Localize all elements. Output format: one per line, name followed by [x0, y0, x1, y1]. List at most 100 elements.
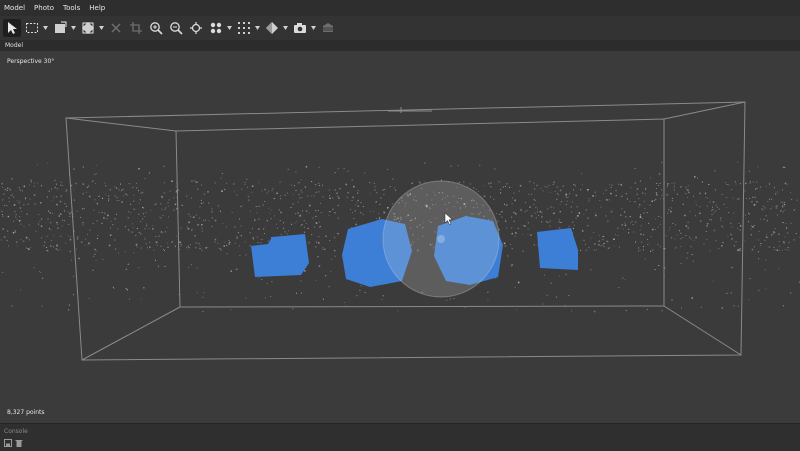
cloud-point: [551, 283, 552, 284]
cloud-point: [709, 219, 710, 220]
menu-photo[interactable]: Photo: [30, 4, 59, 12]
cloud-point: [200, 206, 201, 207]
camera-dropdown-icon[interactable]: [311, 19, 316, 37]
cloud-point: [51, 240, 52, 241]
cloud-point: [138, 190, 139, 191]
cloud-point: [131, 212, 132, 213]
cloud-point: [329, 198, 331, 200]
cloud-point: [771, 199, 772, 200]
cloud-point: [787, 184, 788, 185]
cloud-point: [681, 233, 682, 234]
cloud-point: [649, 204, 651, 206]
cloud-point: [499, 214, 500, 215]
resize-icon[interactable]: [51, 19, 69, 37]
cloud-point: [737, 228, 738, 229]
cloud-point: [87, 234, 88, 235]
cloud-point: [188, 214, 189, 215]
cloud-point: [736, 241, 737, 242]
rotate-object-icon[interactable]: [79, 19, 97, 37]
grid-icon[interactable]: [235, 19, 253, 37]
cloud-point: [168, 206, 169, 207]
rotate-dropdown-icon[interactable]: [99, 19, 104, 37]
camera-icon[interactable]: [291, 19, 309, 37]
cloud-point: [119, 189, 120, 190]
cloud-point: [509, 187, 510, 188]
tab-model[interactable]: Model: [0, 40, 28, 51]
cloud-point: [537, 209, 538, 210]
cloud-point: [53, 235, 54, 236]
crop-icon[interactable]: [127, 19, 145, 37]
cloud-point: [626, 310, 627, 311]
resize-dropdown-icon[interactable]: [71, 19, 76, 37]
model-icon[interactable]: [319, 19, 337, 37]
cloud-point: [168, 217, 169, 218]
cloud-point: [42, 278, 43, 279]
cloud-point: [387, 207, 389, 209]
cloud-point: [138, 267, 139, 268]
cloud-point: [717, 207, 718, 208]
delete-x-icon[interactable]: [107, 19, 125, 37]
point-cloud-dropdown-icon[interactable]: [227, 19, 232, 37]
cloud-point: [1, 239, 2, 240]
cloud-point: [380, 204, 381, 205]
cloud-point: [144, 178, 145, 179]
cloud-point: [300, 280, 301, 281]
cloud-point: [754, 204, 756, 206]
cloud-point: [95, 249, 96, 250]
cloud-point: [359, 290, 360, 291]
cloud-point: [516, 309, 517, 310]
cloud-point: [191, 198, 192, 199]
cloud-point: [601, 245, 602, 246]
cloud-point: [669, 227, 670, 228]
menu-model[interactable]: Model: [0, 4, 30, 12]
trash-icon[interactable]: [14, 438, 23, 447]
menu-help[interactable]: Help: [85, 4, 110, 12]
cloud-point: [203, 311, 204, 312]
select-cursor-icon[interactable]: [3, 19, 21, 37]
cloud-point: [304, 270, 306, 272]
grid-dropdown-icon[interactable]: [255, 19, 260, 37]
save-icon[interactable]: [3, 438, 12, 447]
cloud-point: [316, 242, 317, 243]
cloud-point: [277, 228, 278, 229]
cloud-point: [681, 238, 682, 239]
reset-view-icon[interactable]: [187, 19, 205, 37]
cloud-point: [225, 242, 226, 243]
cloud-point: [40, 202, 42, 204]
cloud-point: [222, 223, 223, 224]
cloud-point: [547, 187, 548, 188]
cloud-point: [288, 230, 289, 231]
shading-dropdown-icon[interactable]: [283, 19, 288, 37]
cloud-point: [107, 218, 108, 219]
cloud-point: [38, 224, 39, 225]
menu-tools[interactable]: Tools: [59, 4, 85, 12]
cloud-point: [50, 246, 51, 247]
cloud-point: [726, 293, 727, 294]
cloud-point: [370, 193, 371, 194]
cloud-point: [241, 235, 242, 236]
cloud-point: [122, 189, 123, 190]
rect-select-dropdown-icon[interactable]: [43, 19, 48, 37]
model-viewport[interactable]: Perspective 30° 8,327 points: [0, 51, 800, 423]
cloud-point: [588, 217, 589, 218]
cloud-point: [555, 191, 556, 192]
cloud-point: [647, 309, 648, 310]
cloud-point: [271, 281, 272, 282]
cloud-point: [621, 184, 623, 186]
cloud-point: [365, 292, 366, 293]
zoom-in-icon[interactable]: [147, 19, 165, 37]
cloud-point: [140, 233, 141, 234]
cloud-point: [485, 196, 486, 197]
scene-canvas[interactable]: [0, 51, 800, 423]
cloud-point: [617, 235, 618, 236]
rect-select-icon[interactable]: [23, 19, 41, 37]
cloud-point: [625, 216, 627, 218]
cloud-point: [78, 258, 80, 260]
cloud-point: [550, 220, 551, 221]
zoom-out-icon[interactable]: [167, 19, 185, 37]
point-cloud-icon[interactable]: [207, 19, 225, 37]
cloud-point: [114, 288, 115, 289]
cloud-point: [186, 196, 187, 197]
shading-icon[interactable]: [263, 19, 281, 37]
cloud-point: [318, 242, 320, 244]
